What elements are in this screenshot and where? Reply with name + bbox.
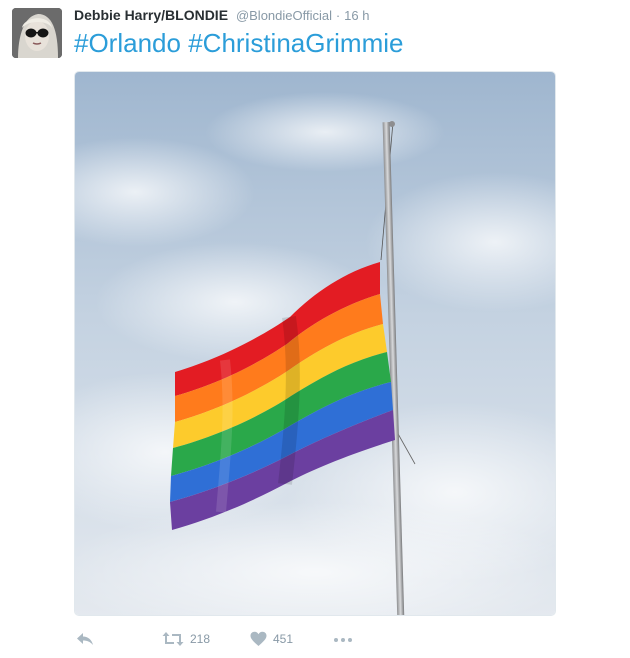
heart-icon [250, 631, 267, 646]
profile-avatar-icon [12, 8, 62, 58]
retweet-icon [162, 632, 184, 646]
author-handle[interactable]: @BlondieOfficial [236, 8, 332, 23]
retweet-count: 218 [190, 632, 211, 646]
tweet-text: #Orlando #ChristinaGrimmie [74, 28, 403, 59]
tweet-header: Debbie Harry/BLONDIE @BlondieOfficial · … [74, 7, 369, 23]
tweet: Debbie Harry/BLONDIE @BlondieOfficial · … [0, 0, 630, 658]
meta-separator: · [335, 8, 341, 23]
like-button[interactable]: 451 [250, 626, 293, 652]
tweet-photo[interactable] [74, 71, 556, 616]
like-count: 451 [273, 632, 294, 646]
more-button[interactable] [332, 626, 354, 652]
retweet-button[interactable]: 218 [162, 626, 210, 652]
tweet-actions: 218 451 [74, 626, 554, 652]
reply-icon [77, 633, 93, 645]
reply-button[interactable] [76, 626, 94, 652]
more-icon [334, 638, 352, 642]
tweet-timestamp[interactable]: 16 h [344, 8, 369, 23]
avatar[interactable] [12, 8, 62, 58]
hashtag-christinagrimmie[interactable]: #ChristinaGrimmie [188, 28, 403, 58]
hashtag-orlando[interactable]: #Orlando [74, 28, 181, 58]
author-name[interactable]: Debbie Harry/BLONDIE [74, 7, 228, 23]
rainbow-flag-half-mast-photo-icon [75, 72, 555, 615]
